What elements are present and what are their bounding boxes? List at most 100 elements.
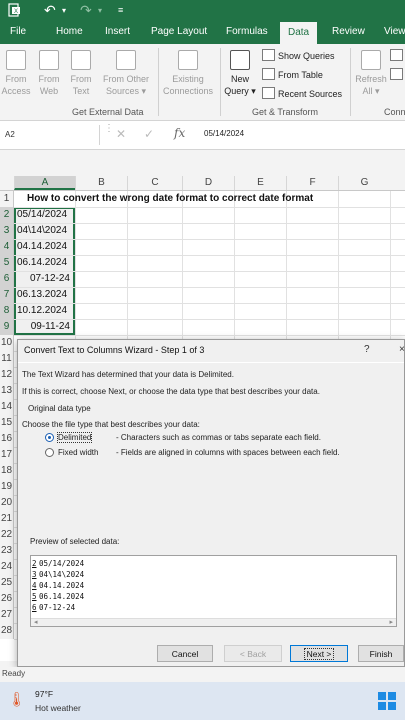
row-header[interactable]: 20 [0,495,14,511]
row-header[interactable]: 2 [0,207,14,223]
formula-input[interactable]: 05/14/2024 [204,129,244,138]
scroll-right-icon[interactable]: ▸ [389,618,393,626]
row-header[interactable]: 12 [0,367,14,383]
cell-a9[interactable]: 09-11-24 [15,319,74,335]
row-header[interactable]: 19 [0,479,14,495]
preview-line-text: 05/14/2024 [39,559,85,568]
cell-b1-title[interactable]: How to convert the wrong date format to … [27,191,313,207]
tab-insert[interactable]: Insert [105,26,130,37]
row-header[interactable]: 11 [0,351,14,367]
preview-line-number: 5 [32,592,37,601]
group-label-get-transform: Get & Transform [252,107,319,117]
cancel-button[interactable]: Cancel [157,645,213,662]
ribbon-separator [158,48,159,116]
cell-a4[interactable]: 04.14.2024 [15,239,76,255]
column-header-g[interactable]: G [338,176,390,190]
undo-icon[interactable]: ↶ [44,2,56,19]
row-header[interactable]: 24 [0,559,14,575]
data-preview-box[interactable]: 2 05/14/2024 3 04\14\2024 4 04.14.2024 5 06.… [30,555,397,627]
title-bar: X ↶ ▾ ↷ ▾ ≡ [0,0,405,22]
column-header-f[interactable]: F [286,176,338,190]
row-header[interactable]: 5 [0,255,14,271]
weather-text[interactable]: Hot weather [35,703,81,713]
column-header-e[interactable]: E [234,176,286,190]
undo-dropdown-icon[interactable]: ▾ [62,6,66,15]
existing-connections-line2: Connections [162,86,214,96]
delimited-description: - Characters such as commas or tabs sepa… [116,433,321,442]
column-header-d[interactable]: D [182,176,234,190]
tab-view[interactable]: View [384,26,405,37]
show-queries-button[interactable]: Show Queries [262,49,335,61]
redo-dropdown-icon: ▾ [98,6,103,15]
insert-function-icon[interactable]: fx [174,126,185,140]
row-header[interactable]: 1 [0,191,14,207]
next-button[interactable]: Next > [290,645,348,662]
tab-review[interactable]: Review [332,26,365,37]
from-table-button[interactable]: From Table [262,68,323,80]
preview-horizontal-scrollbar[interactable]: ◂ ▸ [31,618,396,626]
temperature-text[interactable]: 97°F [35,689,53,699]
row-header[interactable]: 13 [0,383,14,399]
row-header[interactable]: 10 [0,335,14,351]
weather-icon[interactable]: 🌡 [8,691,26,708]
row-header[interactable]: 18 [0,463,14,479]
tab-file[interactable]: File [10,26,26,37]
tab-page-layout[interactable]: Page Layout [151,26,207,37]
cell-a7[interactable]: 06.13.2024 [15,287,76,303]
fixed-width-radio[interactable] [45,448,54,457]
delimited-radio[interactable] [45,433,54,442]
windows-start-icon[interactable] [378,692,396,710]
row-header[interactable]: 15 [0,415,14,431]
row-header[interactable]: 27 [0,607,14,623]
from-web-line1: From [38,74,60,84]
tab-data[interactable]: Data [280,22,318,44]
cell-a3[interactable]: 04\14\2024 [15,223,76,239]
enter-entry-icon: ✓ [144,127,155,141]
refresh-all-line1: Refresh [355,74,387,84]
row-header[interactable]: 16 [0,431,14,447]
row-header[interactable]: 23 [0,543,14,559]
finish-button[interactable]: Finish [358,645,404,662]
excel-file-icon[interactable]: X [8,3,21,20]
close-icon[interactable]: × [399,344,405,355]
wizard-detected-text: The Text Wizard has determined that your… [22,370,234,379]
row-header[interactable]: 9 [0,319,14,335]
delimited-label[interactable]: Delimited [56,432,93,443]
row-header[interactable]: 4 [0,239,14,255]
customize-quick-access-icon[interactable]: ≡ [118,5,123,15]
fixed-width-label[interactable]: Fixed width [58,448,98,457]
row-header[interactable]: 21 [0,511,14,527]
row-gridline [14,207,405,208]
row-header[interactable]: 3 [0,223,14,239]
scroll-left-icon[interactable]: ◂ [34,618,38,626]
help-icon[interactable]: ? [364,344,370,355]
fixed-width-description: - Fields are aligned in columns with spa… [116,448,340,457]
name-box[interactable]: A2 [0,125,100,145]
row-header[interactable]: 8 [0,303,14,319]
tab-formulas[interactable]: Formulas [226,26,268,37]
cell-a2[interactable]: 05/14/2024 [15,207,76,223]
row-header[interactable]: 6 [0,271,14,287]
column-header-a[interactable]: A [14,176,75,190]
row-header[interactable]: 14 [0,399,14,415]
tab-home[interactable]: Home [56,26,83,37]
row-header[interactable]: 25 [0,575,14,591]
connections-icon [178,50,198,70]
column-header-b[interactable]: B [75,176,127,190]
row-header[interactable]: 28 [0,623,14,639]
cell-a6[interactable]: 07-12-24 [15,271,74,287]
row-header[interactable]: 7 [0,287,14,303]
from-text-line1: From [70,74,92,84]
cell-a5[interactable]: 06.14.2024 [15,255,76,271]
select-all-corner[interactable] [0,176,14,190]
new-query-button[interactable]: New Query ▾ [222,50,258,97]
row-gridline [14,335,405,336]
row-header[interactable]: 26 [0,591,14,607]
row-header[interactable]: 22 [0,527,14,543]
cell-a8[interactable]: 10.12.2024 [15,303,76,319]
row-header[interactable]: 17 [0,447,14,463]
row-gridline [14,303,405,304]
column-header-c[interactable]: C [127,176,182,190]
recent-sources-button[interactable]: Recent Sources [262,87,342,99]
row-gridline [14,319,405,320]
